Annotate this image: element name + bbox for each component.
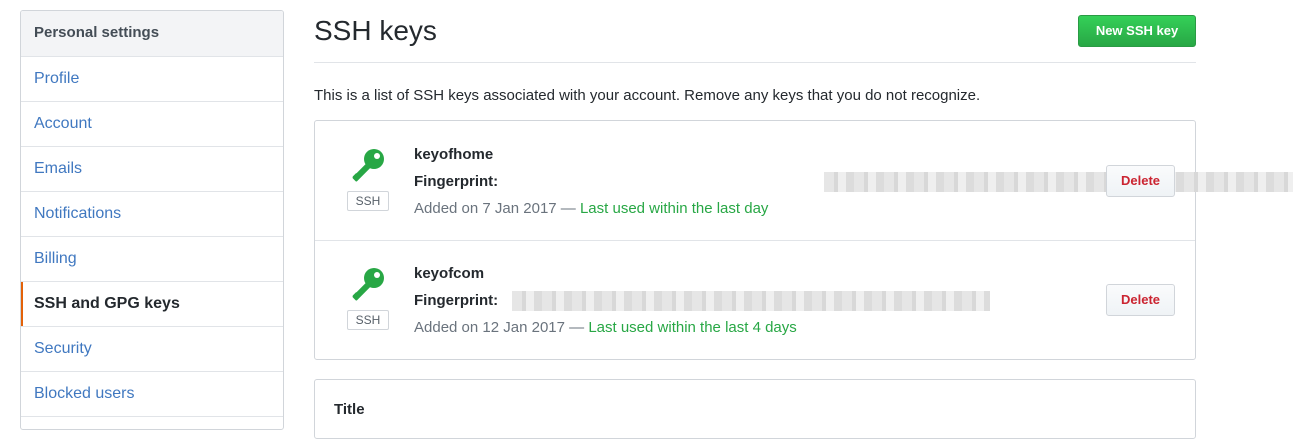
- fingerprint-label: Fingerprint:: [414, 173, 499, 190]
- fingerprint-redacted: [512, 291, 990, 311]
- key-added-info: Added on 7 Jan 2017 — Last used within t…: [414, 199, 768, 219]
- sidebar-item-ssh-gpg-keys[interactable]: SSH and GPG keys: [21, 282, 283, 327]
- delete-key-button[interactable]: Delete: [1106, 165, 1175, 197]
- sidebar-item-profile[interactable]: Profile: [21, 57, 283, 102]
- key-icon: [352, 149, 384, 182]
- ssh-type-badge: SSH: [347, 310, 389, 330]
- title-field-label: Title: [334, 401, 365, 418]
- sidebar-item-account[interactable]: Account: [21, 102, 283, 147]
- key-added-info: Added on 12 Jan 2017 — Last used within …: [414, 318, 797, 338]
- ssh-type-badge: SSH: [347, 191, 389, 211]
- new-ssh-key-button[interactable]: New SSH key: [1078, 15, 1196, 47]
- page-title: SSH keys: [314, 15, 437, 46]
- last-used: Last used within the last 4 days: [588, 319, 797, 336]
- sidebar-item-notifications[interactable]: Notifications: [21, 192, 283, 237]
- add-ssh-key-form: Title: [314, 379, 1196, 439]
- fingerprint-label: Fingerprint:: [414, 292, 499, 309]
- settings-sidebar: Personal settings Profile Account Emails…: [20, 10, 284, 430]
- fingerprint-redacted: [824, 172, 1293, 192]
- sidebar-item-emails[interactable]: Emails: [21, 147, 283, 192]
- key-title: keyofhome: [414, 146, 494, 163]
- key-title: keyofcom: [414, 265, 485, 282]
- ssh-key-row: SSH keyofhome Fingerprint: Added on 7 Ja…: [315, 121, 1293, 241]
- key-icon: [352, 268, 384, 301]
- sidebar-item-security[interactable]: Security: [21, 327, 283, 372]
- delete-key-button[interactable]: Delete: [1106, 284, 1175, 316]
- sidebar-item-blocked-users[interactable]: Blocked users: [21, 372, 283, 417]
- added-date: Added on 7 Jan 2017 —: [414, 200, 580, 217]
- sidebar-header: Personal settings: [21, 11, 283, 57]
- sidebar-item-billing[interactable]: Billing: [21, 237, 283, 282]
- ssh-key-row: SSH keyofcom Fingerprint: Added on 12 Ja…: [315, 240, 1195, 359]
- added-date: Added on 12 Jan 2017 —: [414, 319, 589, 336]
- ssh-keys-list: SSH keyofhome Fingerprint: Added on 7 Ja…: [314, 120, 1293, 360]
- header-divider: [314, 62, 1196, 63]
- last-used: Last used within the last day: [579, 200, 769, 217]
- intro-text: This is a list of SSH keys associated wi…: [314, 87, 981, 104]
